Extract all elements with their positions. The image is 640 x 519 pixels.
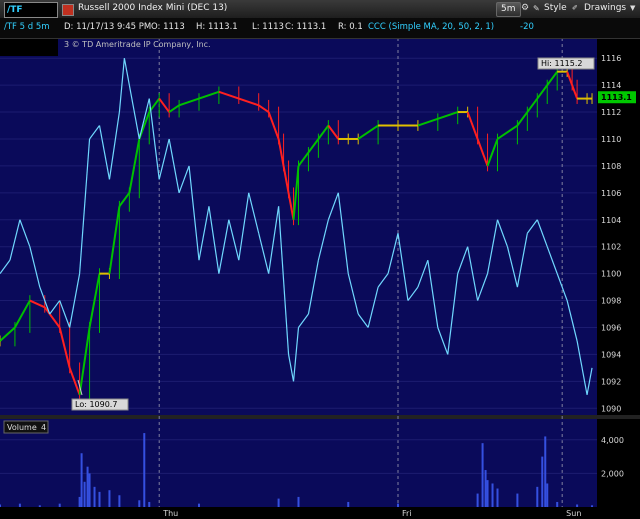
volume-bar [516, 493, 519, 507]
panel-divider[interactable] [0, 415, 640, 419]
volume-bar [118, 495, 121, 507]
x-tick-label: Fri [402, 509, 412, 518]
time-axis [0, 507, 640, 519]
chevron-down-icon[interactable]: ▼ [630, 2, 635, 15]
volume-bar [486, 480, 489, 507]
volume-bar [397, 503, 399, 507]
close-readout: C: 1113.1 [285, 22, 327, 32]
y-tick-label: 1092 [601, 377, 621, 386]
volume-bar [546, 483, 549, 507]
low-readout: L: 1113 [252, 22, 284, 32]
drawings-button[interactable]: Drawings [584, 2, 626, 15]
volume-bar [18, 503, 21, 507]
high-readout: H: 1113.1 [196, 22, 238, 32]
volume-bar [93, 486, 96, 507]
volume-bar [484, 470, 487, 507]
x-tick-label: Sun [566, 509, 581, 518]
volume-bar [491, 483, 494, 507]
y-tick-label: 1096 [601, 323, 621, 332]
volume-bar [148, 501, 151, 507]
y-tick-label: 1102 [601, 243, 621, 252]
study-name: CCC (Simple MA, 20, 50, 2, 1) [368, 22, 495, 32]
volume-bar [88, 473, 91, 507]
style-button[interactable]: Style [544, 2, 567, 15]
open-readout: O: 1113 [151, 22, 185, 32]
link-color-icon[interactable] [62, 4, 74, 16]
last-price-label: 1113.1 [601, 93, 632, 102]
y-tick-label: 1104 [601, 216, 621, 225]
redacted-block [0, 38, 58, 56]
volume-tick-label: 2,000 [601, 469, 624, 478]
high-annotation: Hi: 1115.2 [541, 59, 582, 68]
chart-canvas: 1090 1092 1094 1096 1098 1100 1102 1104 1106 1108… [0, 38, 640, 519]
instrument-title: Russell 2000 Index Mini (DEC 13) [78, 3, 228, 13]
volume-bar [38, 505, 41, 507]
volume-bar [277, 498, 280, 507]
y-tick-label: 1094 [601, 350, 621, 359]
volume-label: Volume [7, 423, 37, 432]
copyright-text: 3 © TD Ameritrade IP Company, Inc. [64, 40, 211, 49]
gear-icon[interactable]: ⚙ [521, 2, 529, 15]
volume-bar [476, 493, 479, 507]
volume-bar [198, 503, 200, 507]
volume-bar [58, 503, 61, 507]
volume-bar [536, 486, 539, 507]
pencil-icon[interactable]: ✐ [572, 2, 578, 15]
y-tick-label: 1108 [601, 162, 621, 171]
volume-axis [597, 419, 640, 507]
info-bar: /TF 5 d 5m D: 11/17/13 9:45 PM O: 1113 H… [0, 18, 640, 39]
y-tick-label: 1090 [601, 404, 621, 413]
y-tick-label: 1112 [601, 108, 621, 117]
date-readout: D: 11/17/13 9:45 PM [64, 22, 152, 32]
volume-bar [541, 456, 544, 507]
timeframe-button[interactable]: 5m [496, 2, 521, 17]
volume-bar [496, 488, 499, 507]
volume-bar [80, 453, 83, 507]
y-tick-label: 1116 [601, 54, 621, 63]
range-readout: R: 0.1 [338, 22, 363, 32]
volume-value: 4 [41, 423, 46, 432]
period-label: /TF 5 d 5m [4, 22, 50, 32]
volume-bar [347, 501, 350, 507]
y-tick-label: 1098 [601, 297, 621, 306]
x-tick-label: Thu [162, 509, 178, 518]
volume-bar [86, 466, 89, 507]
volume-bar [544, 436, 547, 507]
volume-bar [83, 481, 86, 507]
symbol-input[interactable]: /TF [4, 2, 58, 18]
low-annotation: Lo: 1090.7 [75, 400, 117, 409]
volume-bar [556, 501, 559, 507]
volume-bar [576, 504, 579, 507]
volume-bar [297, 496, 300, 507]
brush-icon[interactable]: ✎ [533, 2, 540, 15]
volume-bar [0, 504, 1, 507]
volume-tick-label: 4,000 [601, 436, 624, 445]
y-tick-label: 1110 [601, 135, 621, 144]
volume-bar [108, 490, 111, 507]
study-value: -20 [520, 22, 534, 32]
volume-bar [591, 505, 594, 507]
toolbar: /TF Russell 2000 Index Mini (DEC 13) 5m … [0, 0, 640, 19]
y-tick-label: 1100 [601, 270, 621, 279]
volume-bar [78, 496, 81, 507]
y-tick-label: 1106 [601, 189, 621, 198]
volume-bar [138, 500, 141, 507]
volume-bar [98, 491, 101, 507]
y-tick-label: 1114 [601, 81, 621, 90]
volume-bar [481, 443, 484, 507]
volume-bar [143, 433, 146, 507]
